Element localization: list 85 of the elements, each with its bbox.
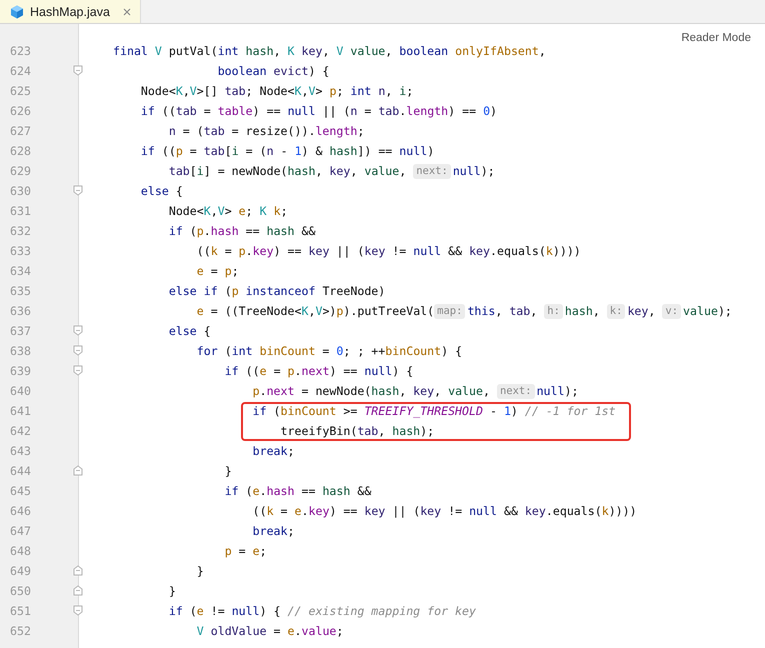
code-text: boolean evict) {: [218, 63, 330, 80]
line-number: 643: [9, 443, 31, 460]
code-text: treeifyBin(tab, hash);: [280, 423, 434, 440]
line-number: 652: [9, 623, 31, 640]
code-text: tab[i] = newNode(hash, key, value,: [168, 163, 408, 180]
parameter-hint: next:: [413, 164, 451, 178]
fold-icon[interactable]: [73, 465, 83, 476]
line-number: 634: [9, 263, 31, 280]
fold-icon[interactable]: [73, 65, 83, 76]
line-number: 624: [9, 63, 31, 80]
code-text: }: [196, 563, 204, 580]
parameter-hint: v:: [662, 304, 682, 318]
close-icon[interactable]: [122, 6, 132, 16]
code-text: else {: [140, 183, 183, 200]
line-number: 645: [9, 483, 31, 500]
fold-icon[interactable]: [73, 325, 83, 336]
line-number: 640: [9, 383, 31, 400]
file-tab[interactable]: HashMap.java: [0, 0, 141, 23]
code-text: if (p.hash == hash &&: [168, 223, 316, 240]
line-number: 644: [9, 463, 31, 480]
code-text: final V putVal(int hash, K key, V value, boolean onlyIfAbsent,: [113, 43, 546, 60]
code-text: else if (p instanceof TreeNode): [168, 283, 386, 300]
code-text: p = e;: [224, 543, 267, 560]
code-text: if (e.hash == hash &&: [224, 483, 372, 500]
fold-icon[interactable]: [73, 365, 83, 376]
line-number: 625: [9, 83, 31, 100]
line-number: 639: [9, 363, 31, 380]
reader-mode-link[interactable]: Reader Mode: [681, 31, 751, 45]
line-number: 651: [9, 603, 31, 620]
line-number: 630: [9, 183, 31, 200]
line-number: 629: [9, 163, 31, 180]
line-number: 650: [9, 583, 31, 600]
line-number: 648: [9, 543, 31, 560]
code-text: if ((p = tab[i = (n - 1) & hash]) == null): [140, 143, 434, 160]
line-number: 637: [9, 323, 31, 340]
fold-icon[interactable]: [73, 605, 83, 616]
line-number: 631: [9, 203, 31, 220]
code-text: for (int binCount = 0; ; ++binCount) {: [196, 343, 462, 360]
code-text: Node<K,V> e; K k;: [168, 203, 288, 220]
line-number: 641: [9, 403, 31, 420]
code-text: null);: [452, 163, 495, 180]
parameter-hint: next:: [496, 384, 535, 398]
line-number: 638: [9, 343, 31, 360]
code-text: if (binCount >= TREEIFY_THRESHOLD - 1) // -1 for 1st: [252, 403, 616, 420]
line-number: 626: [9, 103, 31, 120]
code-text: else {: [168, 323, 211, 340]
line-number: 642: [9, 423, 31, 440]
code-text: n = (tab = resize()).length;: [168, 123, 364, 140]
code-text: hash,: [564, 303, 601, 320]
line-number: 649: [9, 563, 31, 580]
code-text: if (e != null) { // existing mapping for key: [168, 603, 476, 620]
parameter-hint: k:: [606, 304, 626, 318]
line-number: 646: [9, 503, 31, 520]
line-number: 632: [9, 223, 31, 240]
code-text: p.next = newNode(hash, key, value,: [252, 383, 491, 400]
code-text: break;: [252, 443, 294, 460]
line-number: 628: [9, 143, 31, 160]
code-text: }: [224, 463, 232, 480]
line-number: 635: [9, 283, 31, 300]
line-number: 647: [9, 523, 31, 540]
line-number: 636: [9, 303, 31, 320]
code-text: break;: [252, 523, 294, 540]
code-text: e = p;: [196, 263, 239, 280]
code-text: ((k = e.key) == key || (key != null && key.equals(k)))): [252, 503, 637, 520]
code-text: e = ((TreeNode<K,V>)p).putTreeVal(: [196, 303, 434, 320]
cube-icon: [10, 4, 24, 18]
code-text: value);: [683, 303, 732, 320]
line-number: 623: [9, 43, 31, 60]
code-text: if ((e = p.next) == null) {: [224, 363, 414, 380]
code-text: if ((tab = table) == null || (n = tab.length) == 0): [140, 103, 498, 120]
code-text: }: [168, 583, 176, 600]
line-number: 627: [9, 123, 31, 140]
fold-icon[interactable]: [73, 345, 83, 356]
code-text: V oldValue = e.value;: [196, 623, 344, 640]
code-text: key,: [627, 303, 656, 320]
code-text: Node<K,V>[] tab; Node<K,V> p; int n, i;: [140, 83, 414, 100]
parameter-hint: h:: [544, 304, 563, 318]
code-text: null);: [536, 383, 578, 400]
fold-icon[interactable]: [73, 585, 83, 596]
line-number: 633: [9, 243, 31, 260]
code-text: this, tab,: [467, 303, 538, 320]
parameter-hint: map:: [434, 304, 466, 318]
fold-icon[interactable]: [73, 565, 83, 576]
fold-icon[interactable]: [73, 185, 83, 196]
code-text: ((k = p.key) == key || (key != null && key.equals(k)))): [196, 243, 581, 260]
